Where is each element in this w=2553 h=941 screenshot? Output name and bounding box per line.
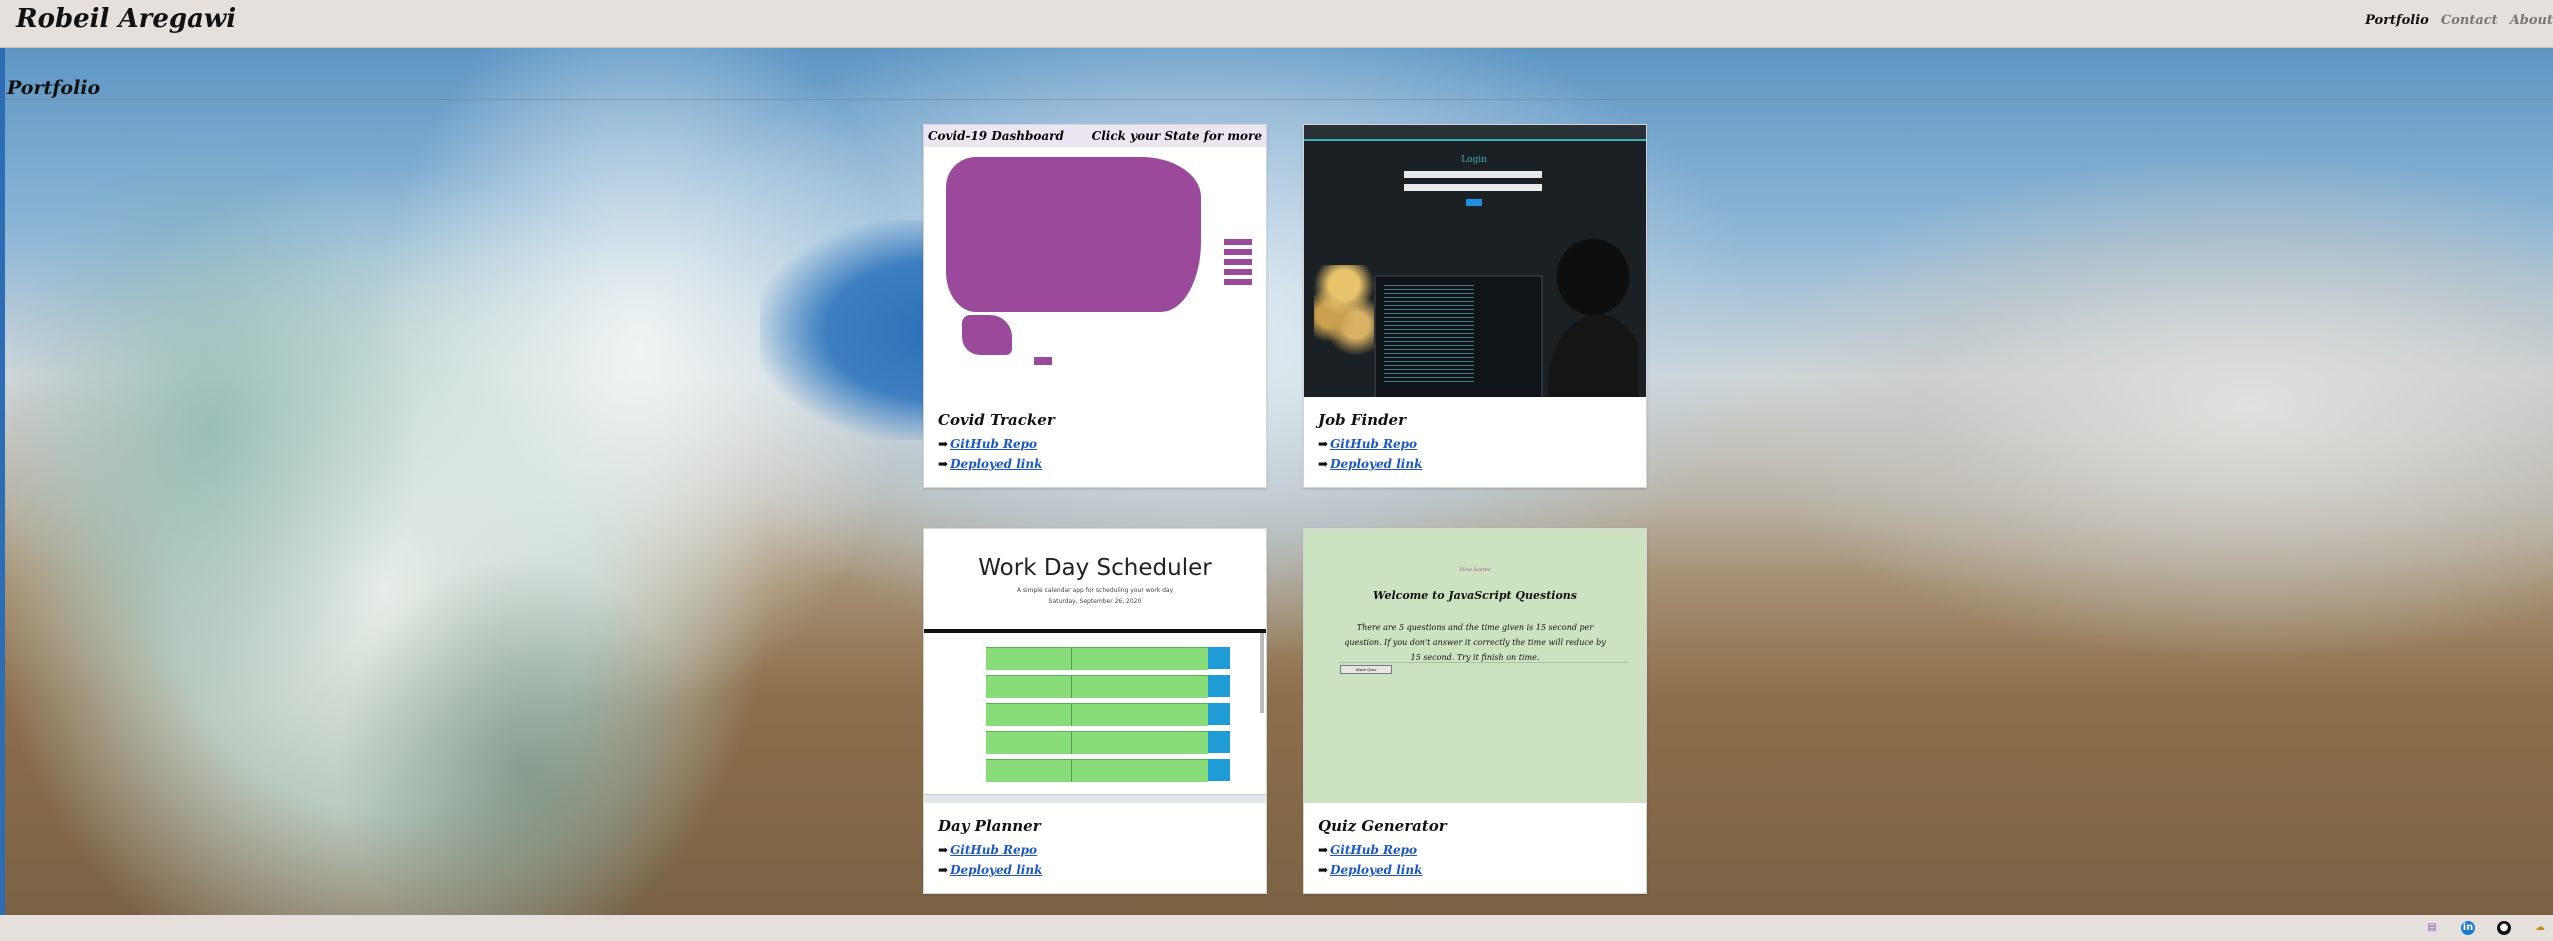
nav-portfolio[interactable]: Portfolio xyxy=(2365,13,2429,28)
project-thumbnail[interactable]: Covid-19 Dashboard Click your State for … xyxy=(924,125,1266,397)
deployed-link[interactable]: Deployed link xyxy=(950,863,1042,877)
login-button xyxy=(1466,199,1482,206)
deploy-row: ➡ Deployed link xyxy=(1318,863,1632,877)
password-field xyxy=(1404,184,1542,191)
project-title: Day Planner xyxy=(938,817,1041,835)
save-icon xyxy=(1208,675,1230,697)
login-form: Login xyxy=(1404,155,1544,206)
left-edge-strip xyxy=(0,0,5,915)
scheduler-title: Work Day Scheduler xyxy=(978,555,1212,581)
scheduler-divider xyxy=(924,629,1266,633)
project-thumbnail[interactable]: Login xyxy=(1304,125,1646,397)
brand-name[interactable]: Robeil Aregawi xyxy=(16,4,236,34)
covid-dashboard-hint: Click your State for more xyxy=(1091,129,1262,143)
repo-row: ➡ GitHub Repo xyxy=(1318,843,1632,857)
project-card-quiz-generator: View Scores Welcome to JavaScript Questi… xyxy=(1303,528,1647,894)
arrow-icon: ➡ xyxy=(938,457,949,471)
deployed-link[interactable]: Deployed link xyxy=(1330,457,1422,471)
deployed-link[interactable]: Deployed link xyxy=(1330,863,1422,877)
save-icon xyxy=(1208,647,1230,669)
project-thumbnail[interactable]: View Scores Welcome to JavaScript Questi… xyxy=(1304,529,1646,803)
save-icon xyxy=(1208,703,1230,725)
email-field xyxy=(1404,171,1542,178)
quiz-title: Welcome to JavaScript Questions xyxy=(1372,589,1577,602)
time-block xyxy=(986,647,1208,670)
site-footer: ▤ in ● ☁ xyxy=(0,915,2553,941)
arrow-icon: ➡ xyxy=(938,843,949,857)
repo-row: ➡ GitHub Repo xyxy=(938,843,1252,857)
login-heading: Login xyxy=(1461,155,1487,165)
project-title: Quiz Generator xyxy=(1318,817,1447,835)
repo-row: ➡ GitHub Repo xyxy=(1318,437,1632,451)
project-title: Covid Tracker xyxy=(938,411,1055,429)
scrollbar xyxy=(1260,633,1264,713)
arrow-icon: ➡ xyxy=(938,863,949,877)
scheduler-subtitle: A simple calendar app for scheduling you… xyxy=(1016,587,1174,594)
divider xyxy=(5,99,2553,100)
covid-dashboard-title: Covid-19 Dashboard xyxy=(928,129,1064,143)
time-block xyxy=(986,675,1208,698)
github-repo-link[interactable]: GitHub Repo xyxy=(950,843,1037,857)
linkedin-icon[interactable]: in xyxy=(2461,921,2475,935)
github-icon[interactable]: ● xyxy=(2497,921,2511,935)
small-states-grid xyxy=(1224,239,1252,289)
alaska-shape xyxy=(962,315,1012,355)
wave-overlay xyxy=(0,47,950,915)
arrow-icon: ➡ xyxy=(1318,457,1329,471)
arrow-icon: ➡ xyxy=(1318,843,1329,857)
covid-dashboard-bar: Covid-19 Dashboard Click your State for … xyxy=(924,125,1266,147)
main-nav: Portfolio Contact About xyxy=(2365,13,2553,28)
project-card-day-planner: Work Day Scheduler A simple calendar app… xyxy=(923,528,1267,894)
deploy-row: ➡ Deployed link xyxy=(938,457,1252,471)
time-block xyxy=(986,731,1208,754)
arrow-icon: ➡ xyxy=(1318,863,1329,877)
save-icon xyxy=(1208,759,1230,781)
arrow-icon: ➡ xyxy=(1318,437,1329,451)
plant-decoration xyxy=(1314,265,1374,355)
quiz-divider xyxy=(1338,662,1628,663)
nav-contact[interactable]: Contact xyxy=(2441,13,2498,28)
repo-row: ➡ GitHub Repo xyxy=(938,437,1252,451)
hawaii-shape xyxy=(1034,357,1052,365)
deploy-row: ➡ Deployed link xyxy=(938,863,1252,877)
us-map xyxy=(924,147,1266,397)
deploy-row: ➡ Deployed link xyxy=(1318,457,1632,471)
project-card-covid: Covid-19 Dashboard Click your State for … xyxy=(923,124,1267,488)
person-silhouette xyxy=(1543,237,1638,397)
project-title: Job Finder xyxy=(1318,411,1407,429)
card-body: Quiz Generator ➡ GitHub Repo ➡ Deployed li… xyxy=(1304,803,1646,893)
scheduler-date: Saturday, September 26, 2020 xyxy=(1048,598,1142,605)
nav-about[interactable]: About xyxy=(2510,13,2553,28)
save-icon xyxy=(1208,731,1230,753)
github-repo-link[interactable]: GitHub Repo xyxy=(950,437,1037,451)
social-links: ▤ in ● ☁ xyxy=(2425,921,2547,935)
card-body: Day Planner ➡ GitHub Repo ➡ Deployed link xyxy=(924,803,1266,893)
page-title: Portfolio xyxy=(7,76,101,99)
github-repo-link[interactable]: GitHub Repo xyxy=(1330,843,1417,857)
card-body: Covid Tracker ➡ GitHub Repo ➡ Deployed lin… xyxy=(924,397,1266,487)
view-scores-link: View Scores xyxy=(1459,567,1491,573)
app-navbar xyxy=(1304,125,1646,141)
project-thumbnail[interactable]: Work Day Scheduler A simple calendar app… xyxy=(924,529,1266,803)
document-icon[interactable]: ▤ xyxy=(2425,921,2439,935)
card-body: Job Finder ➡ GitHub Repo ➡ Deployed link xyxy=(1304,397,1646,487)
us-states-shape xyxy=(946,157,1201,312)
project-card-job-finder: Login Job Finder ➡ GitHub Repo ➡ Deployed … xyxy=(1303,124,1647,488)
quiz-instructions: There are 5 questions and the time given… xyxy=(1344,623,1606,662)
start-quiz-button: Start Quiz xyxy=(1340,665,1392,674)
cloud-icon[interactable]: ☁ xyxy=(2533,921,2547,935)
arrow-icon: ➡ xyxy=(938,437,949,451)
monitor-image xyxy=(1374,275,1543,397)
time-block xyxy=(986,703,1208,726)
deployed-link[interactable]: Deployed link xyxy=(950,457,1042,471)
github-repo-link[interactable]: GitHub Repo xyxy=(1330,437,1417,451)
site-header: Robeil Aregawi Portfolio Contact About xyxy=(0,0,2553,48)
taskbar xyxy=(924,794,1266,803)
time-block xyxy=(986,759,1208,782)
